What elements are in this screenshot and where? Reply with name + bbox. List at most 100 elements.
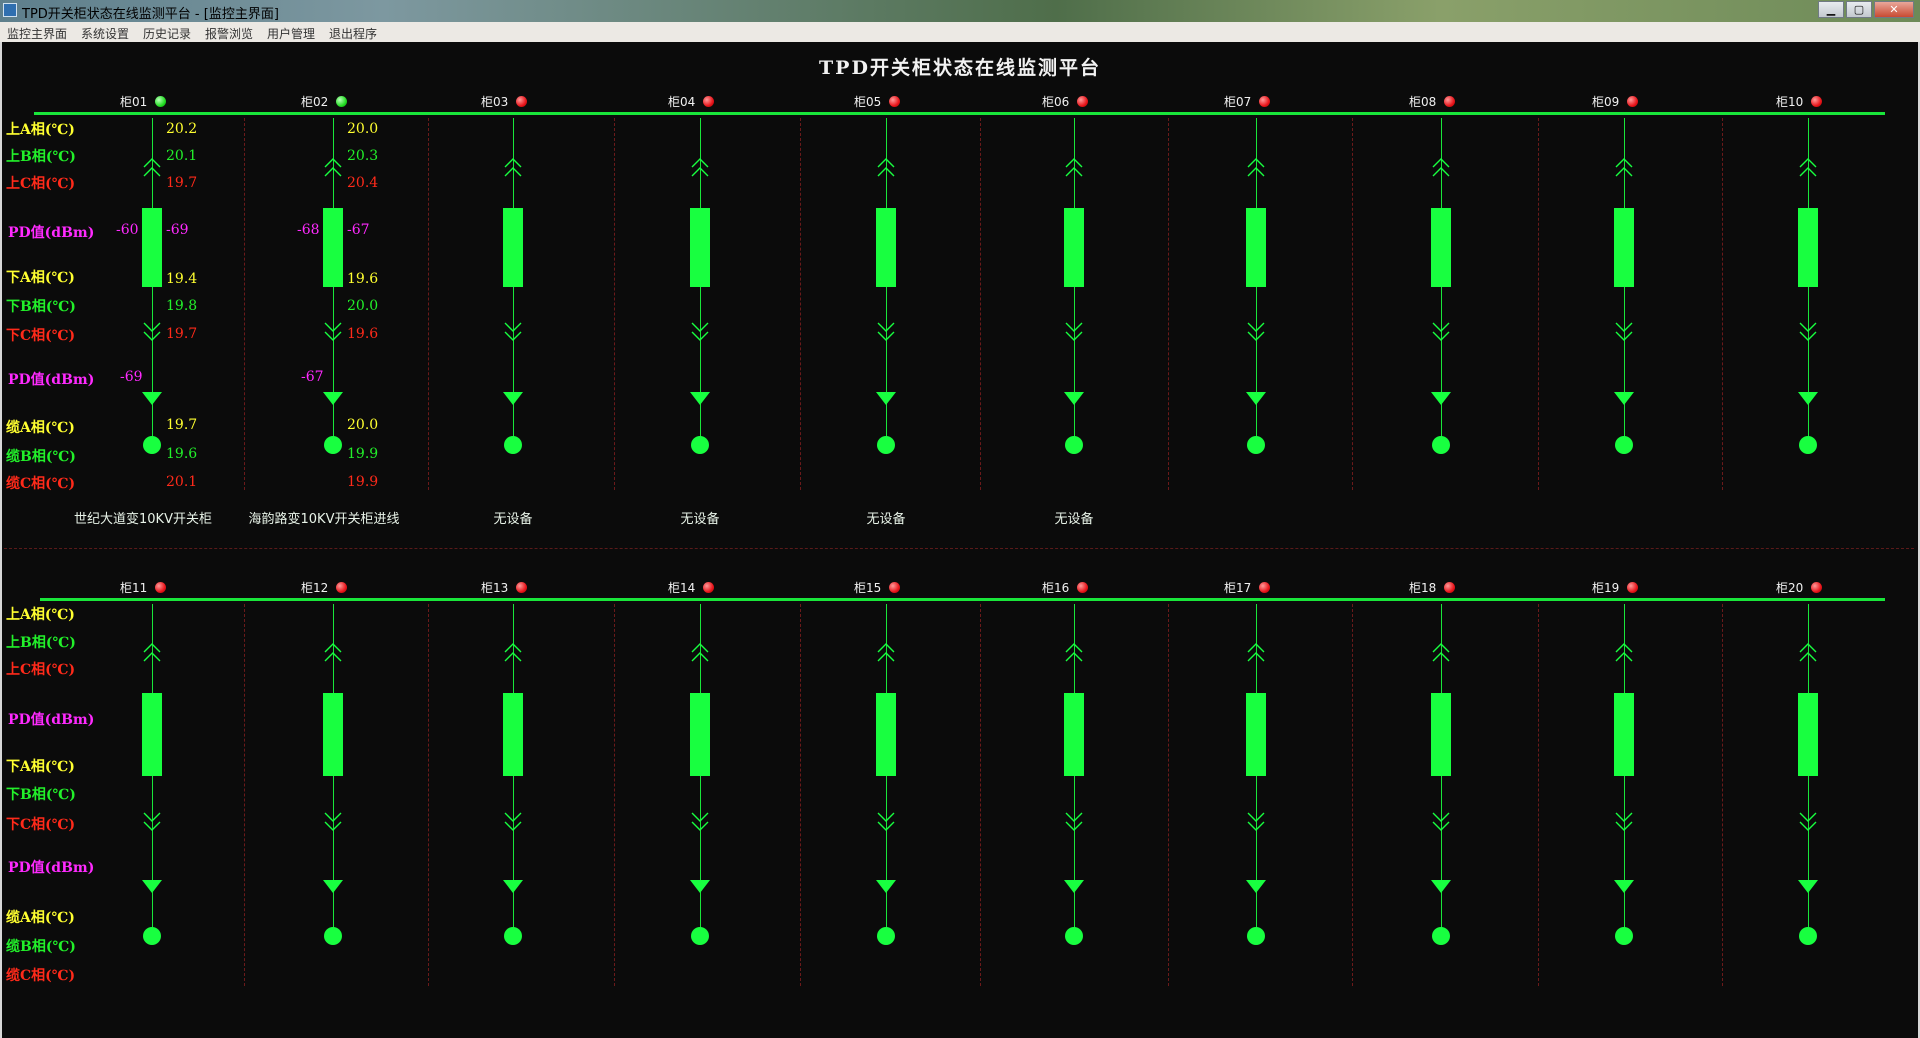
menu-system-settings[interactable]: 系统设置 [81, 25, 129, 42]
menu-history[interactable]: 历史记录 [143, 25, 191, 42]
row-label-lower-b: 下B相(℃) [6, 787, 76, 803]
pd2-value: -69 [120, 369, 143, 385]
lower-contact-icon [1432, 322, 1450, 341]
column-divider [1168, 118, 1169, 490]
breaker-symbol[interactable] [1431, 208, 1451, 287]
row-label-upper-c: 上C相(℃) [6, 176, 76, 192]
cable-terminal-icon [877, 436, 895, 454]
breaker-symbol[interactable] [690, 208, 710, 287]
cable-a-value: 20.0 [347, 417, 379, 433]
menu-user-management[interactable]: 用户管理 [267, 25, 315, 42]
cabinet-label[interactable]: 柜03 [481, 93, 508, 110]
cable-c-value: 20.1 [166, 474, 198, 490]
status-indicator-red [1811, 582, 1822, 593]
upper-b-value: 20.1 [166, 148, 198, 164]
breaker-symbol[interactable] [503, 208, 523, 287]
cabinet-label[interactable]: 柜17 [1224, 579, 1251, 596]
breaker-symbol[interactable] [876, 693, 896, 776]
cable-terminal-icon [1065, 436, 1083, 454]
upper-b-value: 20.3 [347, 148, 379, 164]
upper-contact-icon [324, 643, 342, 662]
upper-contact-icon [143, 643, 161, 662]
cable-terminal-icon [143, 436, 161, 454]
breaker-symbol[interactable] [1246, 693, 1266, 776]
cabinet-label[interactable]: 柜19 [1592, 579, 1619, 596]
page-title: TPD开关柜状态在线监测平台 [819, 57, 1101, 79]
cabinet-label[interactable]: 柜04 [668, 93, 695, 110]
cabinet-label[interactable]: 柜20 [1776, 579, 1803, 596]
cabinet-label[interactable]: 柜16 [1042, 579, 1069, 596]
cabinet-label[interactable]: 柜02 [301, 93, 328, 110]
cable-arrow-icon [323, 392, 343, 405]
breaker-symbol[interactable] [323, 693, 343, 776]
breaker-symbol[interactable] [690, 693, 710, 776]
cable-terminal-icon [324, 927, 342, 945]
column-divider [980, 118, 981, 490]
breaker-symbol[interactable] [503, 693, 523, 776]
title-bar: TPD开关柜状态在线监测平台 - [监控主界面] ▁ ▢ ✕ [0, 0, 1920, 22]
cable-b-value: 19.6 [166, 446, 198, 462]
cable-terminal-icon [1615, 927, 1633, 945]
column-divider [1352, 604, 1353, 986]
cabinet-label[interactable]: 柜08 [1409, 93, 1436, 110]
row-label-lower-c: 下C相(℃) [6, 328, 76, 344]
cabinet-label[interactable]: 柜15 [854, 579, 881, 596]
cable-arrow-icon [503, 392, 523, 405]
cable-terminal-icon [1799, 436, 1817, 454]
breaker-symbol[interactable] [1614, 693, 1634, 776]
cabinet-label[interactable]: 柜07 [1224, 93, 1251, 110]
cabinet-label[interactable]: 柜10 [1776, 93, 1803, 110]
column-divider [980, 604, 981, 986]
cabinet-label[interactable]: 柜18 [1409, 579, 1436, 596]
cabinet-label[interactable]: 柜05 [854, 93, 881, 110]
breaker-symbol[interactable] [323, 208, 343, 287]
row-label-cable-c: 缆C相(℃) [6, 476, 76, 492]
cabinet-label[interactable]: 柜13 [481, 579, 508, 596]
cabinet-label[interactable]: 柜11 [120, 579, 147, 596]
close-button[interactable]: ✕ [1874, 1, 1914, 18]
pd1-right-value: -69 [166, 222, 189, 238]
breaker-symbol[interactable] [1246, 208, 1266, 287]
breaker-symbol[interactable] [142, 208, 162, 287]
cabinet-label[interactable]: 柜12 [301, 579, 328, 596]
upper-contact-icon [1247, 643, 1265, 662]
upper-contact-icon [1247, 158, 1265, 177]
row-label-upper-b: 上B相(℃) [6, 635, 76, 651]
breaker-symbol[interactable] [1614, 208, 1634, 287]
device-name: 海韵路变10KV开关柜进线 [248, 512, 400, 527]
breaker-symbol[interactable] [1798, 693, 1818, 776]
column-divider [1168, 604, 1169, 986]
menu-alarm-browse[interactable]: 报警浏览 [205, 25, 253, 42]
menu-monitor-main[interactable]: 监控主界面 [7, 25, 67, 42]
status-indicator-red [1811, 96, 1822, 107]
status-indicator-red [1259, 582, 1270, 593]
breaker-symbol[interactable] [1798, 208, 1818, 287]
cabinet-label[interactable]: 柜06 [1042, 93, 1069, 110]
upper-contact-icon [1615, 643, 1633, 662]
lower-contact-icon [324, 812, 342, 831]
cable-arrow-icon [1064, 392, 1084, 405]
cabinet-label[interactable]: 柜09 [1592, 93, 1619, 110]
breaker-symbol[interactable] [1064, 693, 1084, 776]
column-divider [1352, 118, 1353, 490]
upper-contact-icon [877, 643, 895, 662]
breaker-symbol[interactable] [1431, 693, 1451, 776]
cabinet-label[interactable]: 柜01 [120, 93, 147, 110]
minimize-button[interactable]: ▁ [1818, 1, 1844, 18]
cabinet-label[interactable]: 柜14 [668, 579, 695, 596]
lower-contact-icon [1799, 812, 1817, 831]
app-icon [3, 3, 17, 17]
cable-terminal-icon [1247, 436, 1265, 454]
menu-exit[interactable]: 退出程序 [329, 25, 377, 42]
device-name: 无设备 [1054, 512, 1094, 527]
maximize-button[interactable]: ▢ [1846, 1, 1872, 18]
lower-a-value: 19.4 [166, 271, 198, 287]
cable-terminal-icon [1799, 927, 1817, 945]
breaker-symbol[interactable] [1064, 208, 1084, 287]
column-divider [428, 604, 429, 986]
status-indicator-red [1077, 96, 1088, 107]
lower-c-value: 19.7 [166, 326, 198, 342]
breaker-symbol[interactable] [142, 693, 162, 776]
breaker-symbol[interactable] [876, 208, 896, 287]
lower-contact-icon [1247, 322, 1265, 341]
